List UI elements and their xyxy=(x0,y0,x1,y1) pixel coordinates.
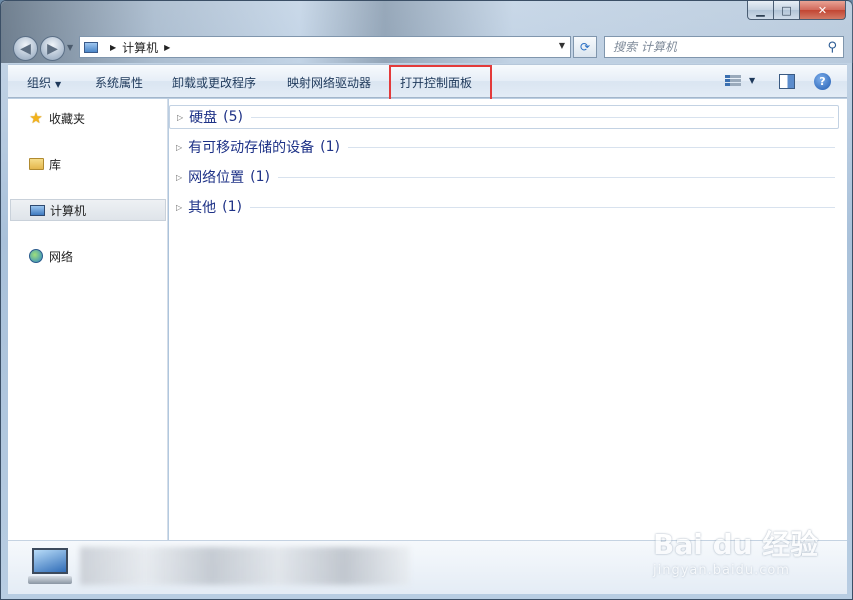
annotation-highlight-box xyxy=(389,65,492,103)
group-count: (5) xyxy=(223,109,243,125)
library-folder-icon xyxy=(28,156,44,172)
sidebar-item-libraries[interactable]: 库 xyxy=(10,153,166,175)
group-label: 网络位置 xyxy=(188,170,245,186)
sidebar-item-label: 网络 xyxy=(49,249,74,264)
breadcrumb-chevron-icon[interactable]: ▶ xyxy=(164,43,170,52)
expand-icon[interactable]: ▷ xyxy=(177,113,183,122)
recent-pages-dropdown[interactable]: ▼ xyxy=(67,43,73,52)
computer-large-icon xyxy=(28,548,72,586)
caption-buttons: ▁ □ ✕ xyxy=(747,1,846,20)
sidebar-item-label: 计算机 xyxy=(50,203,87,218)
watermark-url: jingyan.baidu.com xyxy=(653,563,790,578)
group-divider xyxy=(250,206,835,208)
sidebar-item-label: 库 xyxy=(49,157,62,172)
blurred-computer-info xyxy=(80,547,410,585)
watermark-logo-text: Bai du 经验 xyxy=(653,528,819,561)
maximize-button[interactable]: □ xyxy=(774,1,800,20)
change-view-icon[interactable] xyxy=(725,74,741,89)
organize-button[interactable]: 组织 ▼ xyxy=(27,74,61,91)
content-area: ▷ 硬盘 (5) ▷ 有可移动存储的设备 (1) ▷ 网络位置 (1) ▷ 其他… xyxy=(169,99,847,540)
group-divider xyxy=(278,176,835,178)
refresh-button[interactable]: ⟳ xyxy=(573,36,597,58)
expand-icon[interactable]: ▷ xyxy=(176,173,182,182)
forward-arrow-icon: ▶ xyxy=(47,40,58,57)
search-box[interactable]: ⚲ xyxy=(604,36,844,58)
expand-icon[interactable]: ▷ xyxy=(176,143,182,152)
refresh-icon: ⟳ xyxy=(579,40,591,54)
navigation-pane: ★ 收藏夹 库 计算机 网络 xyxy=(8,99,168,540)
breadcrumb-computer[interactable]: 计算机 xyxy=(122,39,158,56)
network-icon xyxy=(28,248,44,264)
group-header-other[interactable]: ▷ 其他 (1) xyxy=(169,195,839,219)
forward-button[interactable]: ▶ xyxy=(40,36,65,61)
sidebar-item-favorites[interactable]: ★ 收藏夹 xyxy=(10,107,166,129)
group-label: 其他 xyxy=(188,200,217,216)
group-count: (1) xyxy=(222,199,242,215)
minimize-button[interactable]: ▁ xyxy=(747,1,774,20)
explorer-window: ▁ □ ✕ ◀ ▶ ▼ ▶ 计算机 ▶ ▼ ⟳ ⚲ 组织▼ 系统属性 卸载或更改… xyxy=(0,0,853,600)
group-header-hard-disks[interactable]: ▷ 硬盘 (5) xyxy=(169,105,839,129)
preview-pane-icon[interactable] xyxy=(779,74,795,89)
sidebar-item-network[interactable]: 网络 xyxy=(10,245,166,267)
group-header-network-locations[interactable]: ▷ 网络位置 (1) xyxy=(169,165,839,189)
command-bar: 组织 ▼ 系统属性 卸载或更改程序 映射网络驱动器 打开控制面板 ▼ ? xyxy=(8,64,847,103)
computer-icon xyxy=(84,41,98,53)
sidebar-item-computer[interactable]: 计算机 xyxy=(10,199,166,221)
close-icon: ✕ xyxy=(817,3,828,17)
organize-label: 组织 xyxy=(27,76,52,90)
address-bar[interactable]: ▶ 计算机 ▶ ▼ xyxy=(79,36,571,58)
maximize-icon: □ xyxy=(781,3,792,17)
back-arrow-icon: ◀ xyxy=(20,40,31,57)
magnifier-icon[interactable]: ⚲ xyxy=(827,40,837,55)
system-properties-button[interactable]: 系统属性 xyxy=(95,74,143,91)
group-label: 有可移动存储的设备 xyxy=(188,140,315,156)
group-count: (1) xyxy=(250,169,270,185)
group-count: (1) xyxy=(320,139,340,155)
group-header-removable-storage[interactable]: ▷ 有可移动存储的设备 (1) xyxy=(169,135,839,159)
uninstall-program-button[interactable]: 卸载或更改程序 xyxy=(172,74,256,91)
search-input[interactable] xyxy=(613,40,813,54)
help-icon[interactable]: ? xyxy=(814,73,831,90)
star-icon: ★ xyxy=(29,109,43,127)
chevron-down-icon: ▼ xyxy=(55,80,62,89)
breadcrumb-chevron-icon[interactable]: ▶ xyxy=(110,43,116,52)
computer-icon xyxy=(29,202,45,218)
back-button[interactable]: ◀ xyxy=(13,36,38,61)
close-button[interactable]: ✕ xyxy=(800,1,846,20)
address-dropdown-icon[interactable]: ▼ xyxy=(559,41,565,50)
minimize-icon: ▁ xyxy=(756,3,765,17)
view-options-dropdown-icon[interactable]: ▼ xyxy=(749,76,755,85)
group-divider xyxy=(251,116,834,118)
sidebar-item-label: 收藏夹 xyxy=(49,111,86,126)
group-divider xyxy=(348,146,835,148)
baidu-watermark: Bai du 经验 jingyan.baidu.com xyxy=(653,523,843,581)
map-network-drive-button[interactable]: 映射网络驱动器 xyxy=(287,74,371,91)
group-label: 硬盘 xyxy=(189,110,218,126)
expand-icon[interactable]: ▷ xyxy=(176,203,182,212)
